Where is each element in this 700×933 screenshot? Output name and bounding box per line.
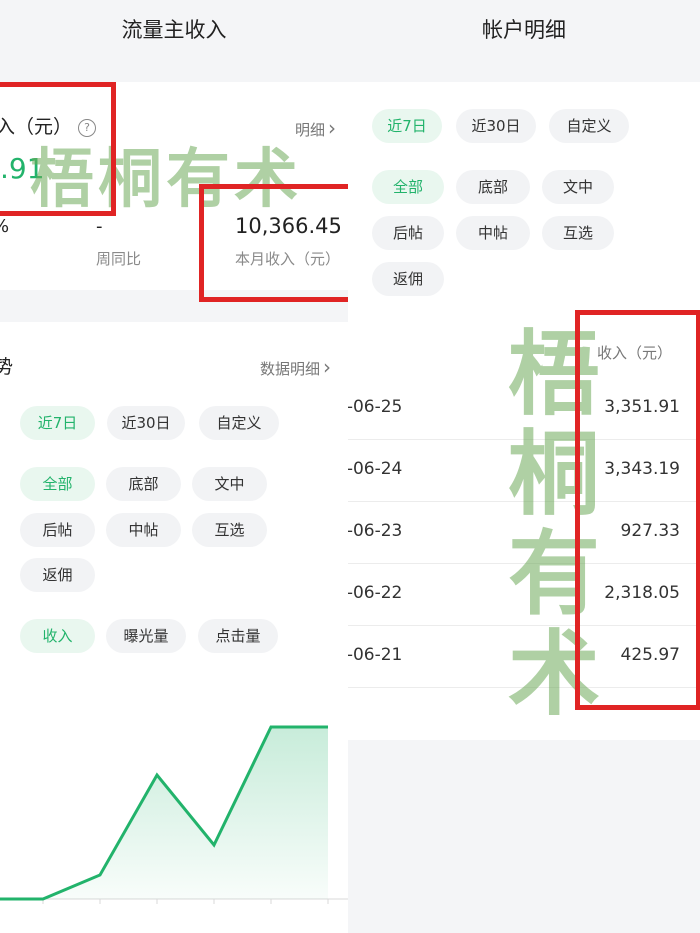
page-title: 帐户明细 — [482, 18, 566, 42]
table-row[interactable]: 5-06-23 927.33 — [348, 501, 700, 564]
tab-7-days[interactable]: 近7日 — [372, 109, 442, 143]
chart-area-fill — [0, 727, 328, 899]
row-income: 3,343.19 — [604, 459, 680, 479]
help-icon[interactable]: ? — [78, 118, 97, 137]
income-value: .91 — [0, 152, 45, 185]
row-date: 5-06-22 — [348, 583, 403, 603]
income-summary-card: 入（元）? .91 明细› % - 周同比 10,366.45 本月收入（元） — [0, 82, 348, 290]
filter-in-text[interactable]: 文中 — [192, 467, 267, 501]
income-trend-chart — [0, 725, 348, 904]
page-title: 流量主收入 — [121, 18, 227, 42]
filter-rebate[interactable]: 返佣 — [372, 262, 444, 296]
data-detail-link[interactable]: 数据明细 › — [260, 355, 331, 379]
income-label: 入（元）? — [0, 112, 97, 139]
wow-value: - — [96, 216, 103, 237]
chevron-right-icon: › — [323, 355, 332, 379]
trend-card: 势 数据明细 › 近7日 近30日 自定义 全部 底部 文中 后帖 中帖 互选 返… — [0, 322, 348, 933]
wow-label: 周同比 — [96, 250, 142, 268]
filter-in-text[interactable]: 文中 — [542, 170, 614, 204]
filter-mutual[interactable]: 互选 — [192, 513, 267, 547]
income-table: 收入（元） 5-06-25 3,351.91 5-06-24 3,343.19 … — [348, 322, 700, 740]
metric-income[interactable]: 收入 — [20, 619, 95, 653]
filter-bottom[interactable]: 底部 — [106, 467, 181, 501]
tab-30-days[interactable]: 近30日 — [456, 109, 536, 143]
tab-7-days[interactable]: 近7日 — [20, 406, 95, 440]
filter-post[interactable]: 后帖 — [20, 513, 95, 547]
tab-30-days[interactable]: 近30日 — [107, 406, 185, 440]
row-date: 5-06-21 — [348, 645, 403, 665]
traffic-income-panel: 流量主收入 入（元）? .91 明细› % - 周同比 10,366.45 本月… — [0, 0, 348, 933]
filter-all[interactable]: 全部 — [372, 170, 444, 204]
filter-mid[interactable]: 中帖 — [456, 216, 530, 250]
filter-rebate[interactable]: 返佣 — [20, 558, 95, 592]
left-dash: % — [0, 216, 9, 237]
row-income: 2,318.05 — [604, 583, 680, 603]
filter-bottom[interactable]: 底部 — [456, 170, 530, 204]
row-date: 5-06-25 — [348, 397, 403, 417]
tab-custom[interactable]: 自定义 — [549, 109, 629, 143]
month-income-label: 本月收入（元） — [235, 250, 341, 268]
table-header-income: 收入（元） — [596, 344, 672, 362]
chevron-right-icon: › — [328, 116, 337, 140]
account-detail-panel: 帐户明细 近7日 近30日 自定义 全部 底部 文中 后帖 中帖 互选 返佣 收… — [348, 0, 700, 933]
row-date: 5-06-24 — [348, 459, 403, 479]
row-income: 927.33 — [620, 521, 680, 541]
table-row[interactable]: 5-06-24 3,343.19 — [348, 439, 700, 502]
chart-x-axis — [0, 898, 348, 904]
filter-mutual[interactable]: 互选 — [542, 216, 614, 250]
filter-card: 近7日 近30日 自定义 全部 底部 文中 后帖 中帖 互选 返佣 — [348, 82, 700, 322]
filter-all[interactable]: 全部 — [20, 467, 95, 501]
row-income: 425.97 — [620, 645, 680, 665]
month-income-value: 10,366.45 — [235, 214, 342, 238]
detail-link[interactable]: 明细 › — [295, 116, 336, 140]
table-row[interactable]: 5-06-21 425.97 — [348, 625, 700, 688]
metric-clicks[interactable]: 点击量 — [198, 619, 278, 653]
row-date: 5-06-23 — [348, 521, 403, 541]
trend-title: 势 — [0, 356, 14, 378]
table-row[interactable]: 5-06-25 3,351.91 — [348, 377, 700, 440]
filter-post[interactable]: 后帖 — [372, 216, 444, 250]
tab-custom[interactable]: 自定义 — [199, 406, 279, 440]
filter-mid[interactable]: 中帖 — [106, 513, 181, 547]
metric-exposure[interactable]: 曝光量 — [106, 619, 186, 653]
table-row[interactable]: 5-06-22 2,318.05 — [348, 563, 700, 626]
row-income: 3,351.91 — [604, 397, 680, 417]
